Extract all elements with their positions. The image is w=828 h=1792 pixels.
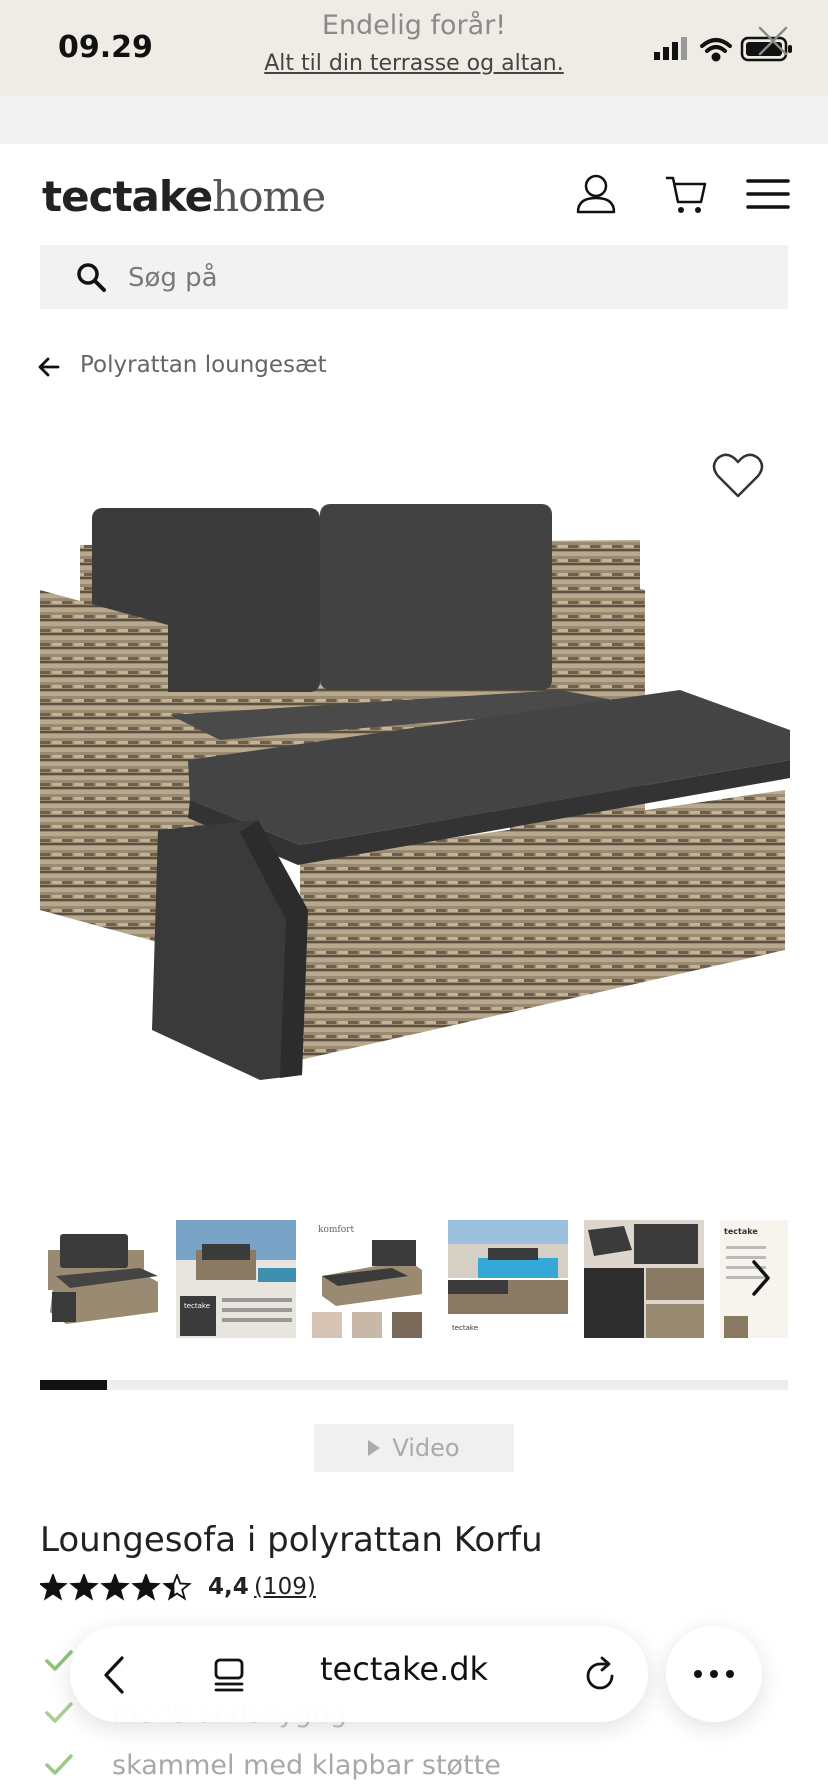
- brand-logo[interactable]: tectakehome: [42, 172, 326, 221]
- thumbnail[interactable]: komfort: [312, 1220, 432, 1338]
- review-count-link[interactable]: (109): [254, 1574, 316, 1600]
- spacer-strip: [0, 96, 828, 144]
- back-icon[interactable]: [98, 1654, 132, 1696]
- star-fill: [40, 1575, 66, 1599]
- check-icon: [45, 1754, 73, 1775]
- thumbnail-caption: tectake: [724, 1227, 758, 1236]
- search-input[interactable]: [126, 255, 730, 301]
- back-arrow-icon[interactable]: [38, 356, 60, 378]
- tabs-icon[interactable]: [210, 1656, 248, 1694]
- reload-icon[interactable]: [582, 1656, 618, 1694]
- cart-icon[interactable]: [664, 172, 708, 216]
- thumbnail[interactable]: tectake: [176, 1220, 296, 1338]
- star-fill: [71, 1575, 97, 1599]
- url-label[interactable]: tectake.dk: [320, 1650, 488, 1688]
- thumbnail[interactable]: tectake: [448, 1220, 568, 1338]
- breadcrumb-link[interactable]: Polyrattan loungesæt: [80, 352, 327, 378]
- signal-icon: [654, 37, 687, 60]
- star-fill: [133, 1575, 159, 1599]
- wifi-icon: [700, 38, 732, 62]
- thumbnail-caption: komfort: [318, 1225, 354, 1235]
- menu-icon[interactable]: [746, 172, 790, 216]
- logo-bold: tectake: [42, 172, 213, 221]
- check-icon: [45, 1702, 73, 1723]
- more-icon: [694, 1670, 734, 1678]
- feature-text: skammel med klapbar støtte: [112, 1750, 501, 1781]
- product-title: Loungesofa i polyrattan Korfu: [40, 1520, 543, 1560]
- star-fill: [102, 1575, 128, 1599]
- video-label: Video: [392, 1434, 460, 1462]
- more-button[interactable]: [666, 1626, 762, 1722]
- account-icon[interactable]: [574, 172, 618, 216]
- thumbnail[interactable]: [40, 1220, 160, 1338]
- product-image[interactable]: [40, 440, 800, 1100]
- search-icon: [77, 263, 106, 292]
- heart-icon[interactable]: [712, 452, 764, 500]
- gallery-progress: [40, 1380, 107, 1390]
- gallery-progress-track: [40, 1380, 788, 1390]
- video-button[interactable]: Video: [314, 1424, 514, 1472]
- rating-value: 4,4: [208, 1574, 249, 1600]
- close-icon[interactable]: [756, 24, 790, 58]
- thumbnail-caption: tectake: [452, 1324, 478, 1332]
- play-icon: [368, 1440, 381, 1456]
- thumbnail-caption: tectake: [184, 1302, 210, 1310]
- logo-light: home: [212, 172, 326, 221]
- thumbnail[interactable]: [584, 1220, 704, 1338]
- rating-stars[interactable]: [40, 1574, 200, 1602]
- chevron-right-icon[interactable]: [746, 1256, 776, 1300]
